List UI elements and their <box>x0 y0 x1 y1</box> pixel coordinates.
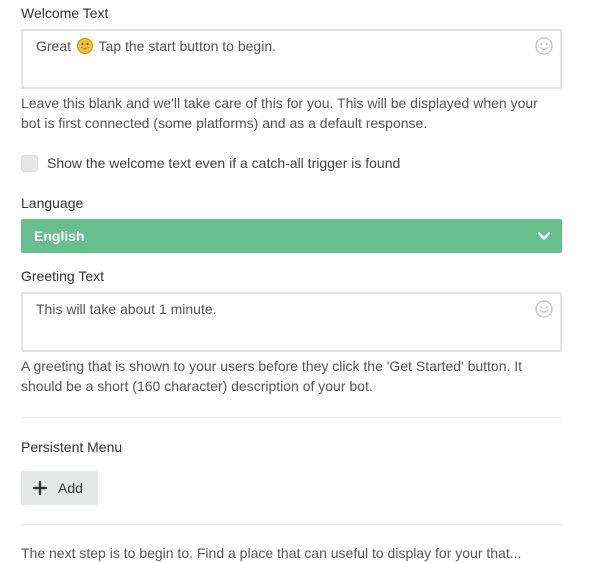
greeting-text-value: This will take about 1 minute. <box>36 301 217 317</box>
greeting-text-input[interactable]: This will take about 1 minute. <box>21 292 562 352</box>
welcome-help-line-2: bot is first connected (some platforms) … <box>21 115 428 131</box>
catch-all-checkbox-label: Show the welcome text even if a catch-al… <box>47 155 401 171</box>
plus-icon <box>33 481 47 495</box>
welcome-text-suffix: Tap the start button to begin. <box>98 38 277 54</box>
catch-all-checkbox[interactable] <box>21 154 38 172</box>
section-divider <box>21 524 562 525</box>
language-label: Language <box>21 195 84 211</box>
smiley-icon[interactable] <box>535 300 553 318</box>
truncated-help-text: The next step is to begin to. Find a pla… <box>21 545 522 561</box>
welcome-text-prefix: Great <box>36 38 72 54</box>
greeting-help-line-2: should be a short (160 character) descri… <box>21 378 373 394</box>
chevron-down-icon <box>537 232 551 240</box>
add-button-label: Add <box>58 480 83 496</box>
smiley-icon[interactable] <box>535 37 553 55</box>
welcome-text-label: Welcome Text <box>21 5 109 21</box>
persistent-menu-label: Persistent Menu <box>21 439 123 455</box>
section-divider <box>21 417 562 418</box>
language-select[interactable]: English <box>21 219 562 253</box>
grinning-face-emoji-icon <box>76 38 93 54</box>
language-selected-value: English <box>34 228 85 244</box>
greeting-help-line-1: A greeting that is shown to your users b… <box>21 358 523 374</box>
add-menu-item-button[interactable]: Add <box>21 471 98 505</box>
welcome-text-value: Great Tap the start button to begin. <box>36 37 520 55</box>
welcome-help-text: Leave this blank and we'll take care of … <box>21 93 538 133</box>
welcome-help-line-1: Leave this blank and we'll take care of … <box>21 95 538 111</box>
greeting-help-text: A greeting that is shown to your users b… <box>21 356 522 396</box>
greeting-text-label: Greeting Text <box>21 268 105 284</box>
welcome-text-input[interactable]: Great Tap the start button to begin. <box>21 29 562 89</box>
catch-all-checkbox-row[interactable]: Show the welcome text even if a catch-al… <box>21 153 400 173</box>
